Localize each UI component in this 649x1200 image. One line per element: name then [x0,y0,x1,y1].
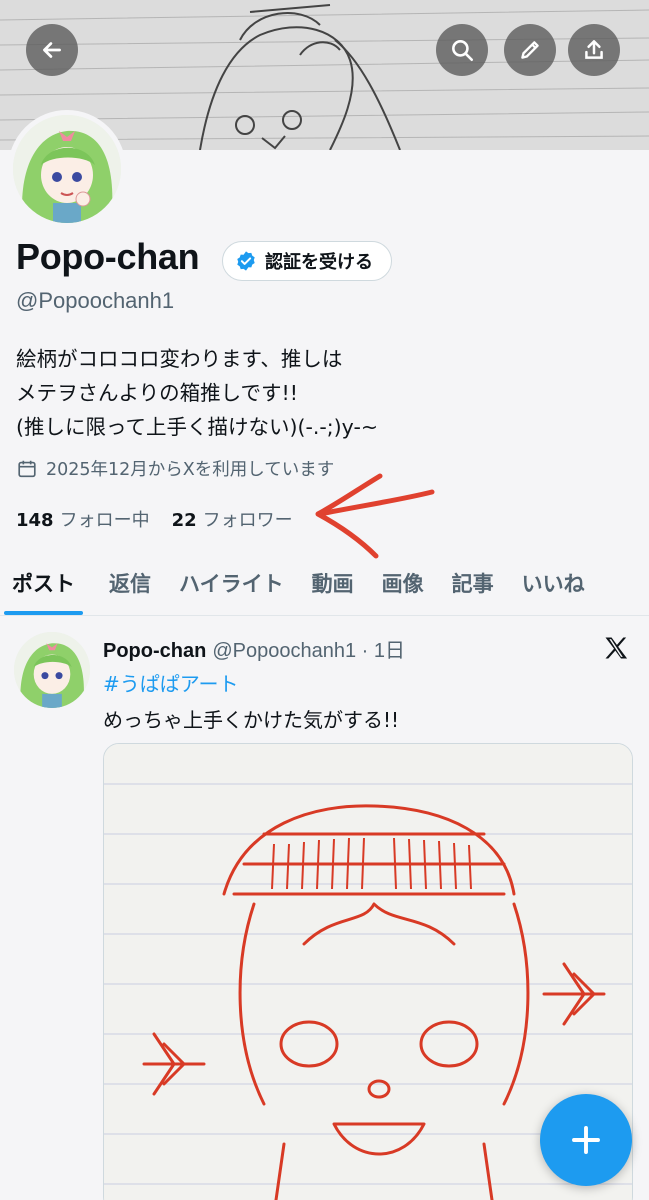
post-avatar[interactable] [14,632,90,708]
verified-badge-icon [237,251,255,271]
tab-label: 画像 [381,571,424,596]
bio-line: メテヲさんよりの箱推しです!! [16,381,298,405]
post-header: Popo-chan @Popoochanh1 · 1日 [103,634,405,663]
joined-text: 2025年12月からXを利用しています [46,460,335,480]
post-text: めっちゃ上手くかけた気がする!! [103,708,400,732]
tab-likes[interactable]: いいね [510,550,597,615]
bio-line: (推しに限って上手く描けない)(-.-;)y-~ [16,415,379,439]
plus-icon [572,1126,600,1154]
tab-highlights[interactable]: ハイライト [167,550,296,615]
avatar-drawing [14,632,90,708]
bio-line: 絵柄がコロコロ変わります、推しは [16,347,343,371]
get-verified-button[interactable]: 認証を受ける [222,241,392,281]
following-link[interactable]: 148 フォロー中 [16,506,150,532]
followers-count: 22 [171,510,197,531]
tab-videos[interactable]: 動画 [300,550,366,615]
tab-media[interactable]: 画像 [370,550,436,615]
following-label: フォロー中 [59,510,150,531]
post-handle-time[interactable]: @Popoochanh1 · 1日 [212,634,405,663]
edit-button[interactable] [504,24,556,76]
back-button[interactable] [26,24,78,76]
profile-handle: @Popoochanh1 [16,288,175,313]
share-button[interactable] [568,24,620,76]
search-button[interactable] [436,24,488,76]
tab-label: ハイライト [179,571,284,596]
active-tab-indicator [4,611,83,615]
calendar-icon [18,460,36,477]
following-count: 148 [16,510,54,531]
tab-replies[interactable]: 返信 [97,550,163,615]
profile-tabs: ポスト 返信 ハイライト 動画 画像 記事 いいね [0,550,649,616]
joined-date: 2025年12月からXを利用しています [16,456,334,481]
follow-stats: 148 フォロー中 22 フォロワー [16,506,293,532]
compose-post-button[interactable] [540,1094,632,1186]
search-icon [452,40,474,62]
profile-name: Popo-chan [16,236,200,277]
followers-label: フォロワー [202,510,293,531]
tab-articles[interactable]: 記事 [440,550,506,615]
tab-posts[interactable]: ポスト [0,550,87,615]
red-arrow-annotation-icon [315,473,435,559]
tab-label: 返信 [109,571,151,596]
tab-label: ポスト [12,571,75,596]
followers-link[interactable]: 22 フォロワー [172,506,293,532]
tab-label: 記事 [451,571,494,596]
profile-bio: 絵柄がコロコロ変わります、推しは メテヲさんよりの箱推しです!! (推しに限って… [16,342,378,444]
avatar-drawing [13,115,121,223]
x-logo-icon [605,637,628,659]
profile-avatar[interactable] [8,110,126,228]
get-verified-label: 認証を受ける [265,252,373,273]
tab-label: いいね [521,571,585,596]
pen-icon [521,41,539,59]
post-hashtag[interactable]: #うぱぱアート [103,668,239,697]
tab-label: 動画 [311,571,354,596]
share-icon [585,40,603,59]
post-author-name[interactable]: Popo-chan [103,640,206,663]
arrow-left-icon [43,42,61,58]
